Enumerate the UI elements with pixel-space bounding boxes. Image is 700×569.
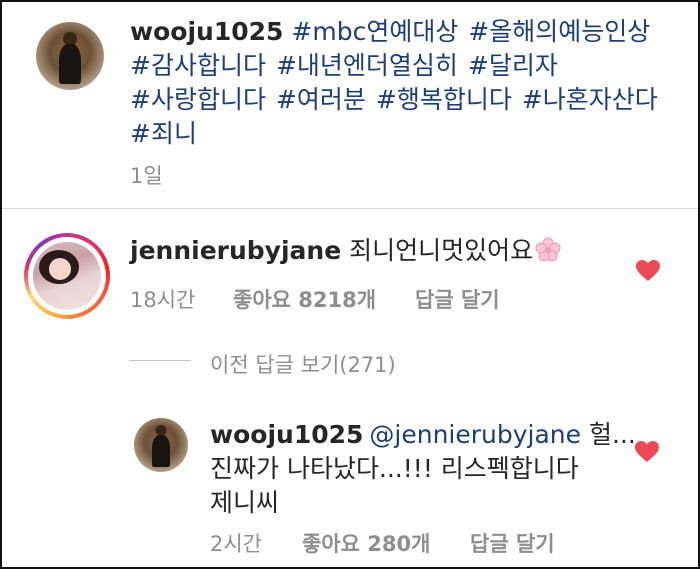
screenshot-frame: wooju1025 #mbc연예대상 #올해의예능인상#감사합니다 #내년엔더열심히 #…: [0, 0, 700, 569]
hashtag-link[interactable]: #감사합니다: [130, 49, 266, 83]
hashtag-link[interactable]: #죄니: [130, 117, 197, 151]
hashtag-link[interactable]: #사랑합니다: [130, 83, 266, 117]
reply-line-1: wooju1025 @jennierubyjane 헐...: [210, 418, 636, 452]
commenter-username[interactable]: jennierubyjane: [130, 236, 341, 265]
cherry-blossom-icon: [535, 237, 561, 262]
post-author-username[interactable]: wooju1025: [130, 17, 283, 46]
hashtag-link[interactable]: #행복합니다: [376, 83, 512, 117]
comment-timestamp: 18시간: [130, 288, 196, 312]
hashtag-link[interactable]: #mbc연예대상: [291, 15, 458, 49]
reply-line-2: 진짜가 나타났다...!!! 리스펙합니다: [210, 454, 579, 483]
comment-like-heart-icon[interactable]: [636, 260, 660, 282]
reply-reply-button[interactable]: 답글 달기: [470, 528, 555, 558]
post-author-avatar[interactable]: [36, 22, 104, 90]
comment-like-count[interactable]: 좋아요 8218개: [233, 284, 376, 314]
reply-text-start: 헐...: [581, 420, 636, 449]
reply-author-username[interactable]: wooju1025: [210, 420, 363, 449]
hashtag-link[interactable]: #달리자: [468, 49, 558, 83]
post-timestamp: 1일: [130, 164, 163, 188]
comment-text: 죄니언니멋있어요: [349, 236, 534, 265]
reply-timestamp: 2시간: [210, 532, 263, 556]
reply-author-avatar[interactable]: [134, 418, 188, 472]
hashtag-link[interactable]: #여러분: [276, 83, 366, 117]
story-ring[interactable]: [24, 233, 110, 319]
hashtag-link[interactable]: #내년엔더열심히: [276, 49, 458, 83]
reply-like-heart-icon[interactable]: [635, 441, 659, 463]
avatar-figure-body: [152, 435, 170, 467]
avatar-figure-body: [59, 44, 81, 84]
hashtag-link[interactable]: #올해의예능인상: [468, 15, 650, 49]
reply-like-count[interactable]: 좋아요 280개: [302, 528, 430, 558]
comment-body: jennierubyjane 죄니언니멋있어요: [130, 234, 561, 268]
replies-divider: [129, 360, 191, 361]
commenter-avatar: [33, 242, 101, 310]
avatar-face: [49, 258, 71, 280]
reply-line-3: 제니씨: [210, 488, 280, 517]
comment-reply-button[interactable]: 답글 달기: [415, 284, 500, 314]
reply-mention-link[interactable]: @jennierubyjane: [369, 420, 581, 449]
story-ring-gap: [28, 237, 106, 315]
post-caption-section: wooju1025 #mbc연예대상 #올해의예능인상#감사합니다 #내년엔더열심히 #…: [2, 2, 698, 209]
view-previous-replies-button[interactable]: 이전 답글 보기(271): [210, 349, 396, 379]
post-caption: wooju1025 #mbc연예대상 #올해의예능인상#감사합니다 #내년엔더열심히 #…: [130, 15, 670, 151]
reply-body: wooju1025 @jennierubyjane 헐... 진짜가 나타났다..…: [210, 418, 636, 520]
hashtag-link[interactable]: #나혼자산다: [522, 83, 658, 117]
